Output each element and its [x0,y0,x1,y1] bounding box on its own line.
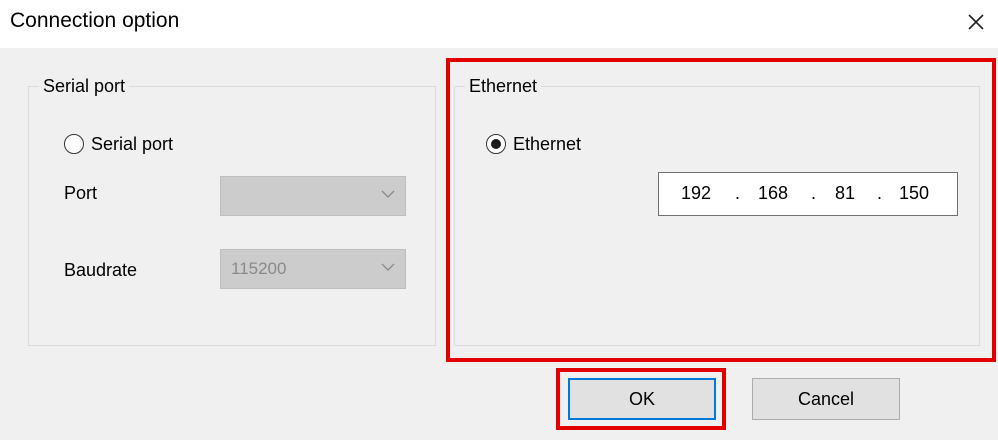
ip-octet-2[interactable]: 168 [758,183,788,204]
ip-octet-1[interactable]: 192 [681,183,711,204]
ip-octet-4[interactable]: 150 [899,183,929,204]
ok-button[interactable]: OK [568,378,716,420]
serial-port-radio[interactable] [64,134,84,154]
chevron-down-icon [381,263,395,271]
baudrate-label: Baudrate [64,260,138,280]
ethernet-groupbox: Ethernet [454,75,980,346]
ethernet-group-label: Ethernet [465,75,542,97]
port-dropdown[interactable] [220,176,406,216]
window-title: Connection option [10,9,180,32]
ethernet-radio-label[interactable]: Ethernet [513,133,581,155]
port-label: Port [64,183,98,203]
close-icon[interactable] [956,2,996,42]
ip-separator: . [877,183,883,203]
ip-octet-3[interactable]: 81 [835,183,855,204]
ip-separator: . [811,183,817,203]
serial-port-radio-label[interactable]: Serial port [91,133,173,155]
serial-port-group-label: Serial port [39,75,130,97]
baudrate-dropdown-value: 115200 [231,259,287,278]
ip-address-field[interactable]: 192 . 168 . 81 . 150 [658,172,958,216]
ethernet-radio[interactable] [486,134,506,154]
ip-separator: . [735,183,741,203]
title-bar: Connection option [0,0,998,48]
chevron-down-icon [381,190,395,198]
serial-port-groupbox: Serial port [28,75,436,346]
baudrate-dropdown[interactable]: 115200 [220,249,406,289]
cancel-button[interactable]: Cancel [752,378,900,420]
